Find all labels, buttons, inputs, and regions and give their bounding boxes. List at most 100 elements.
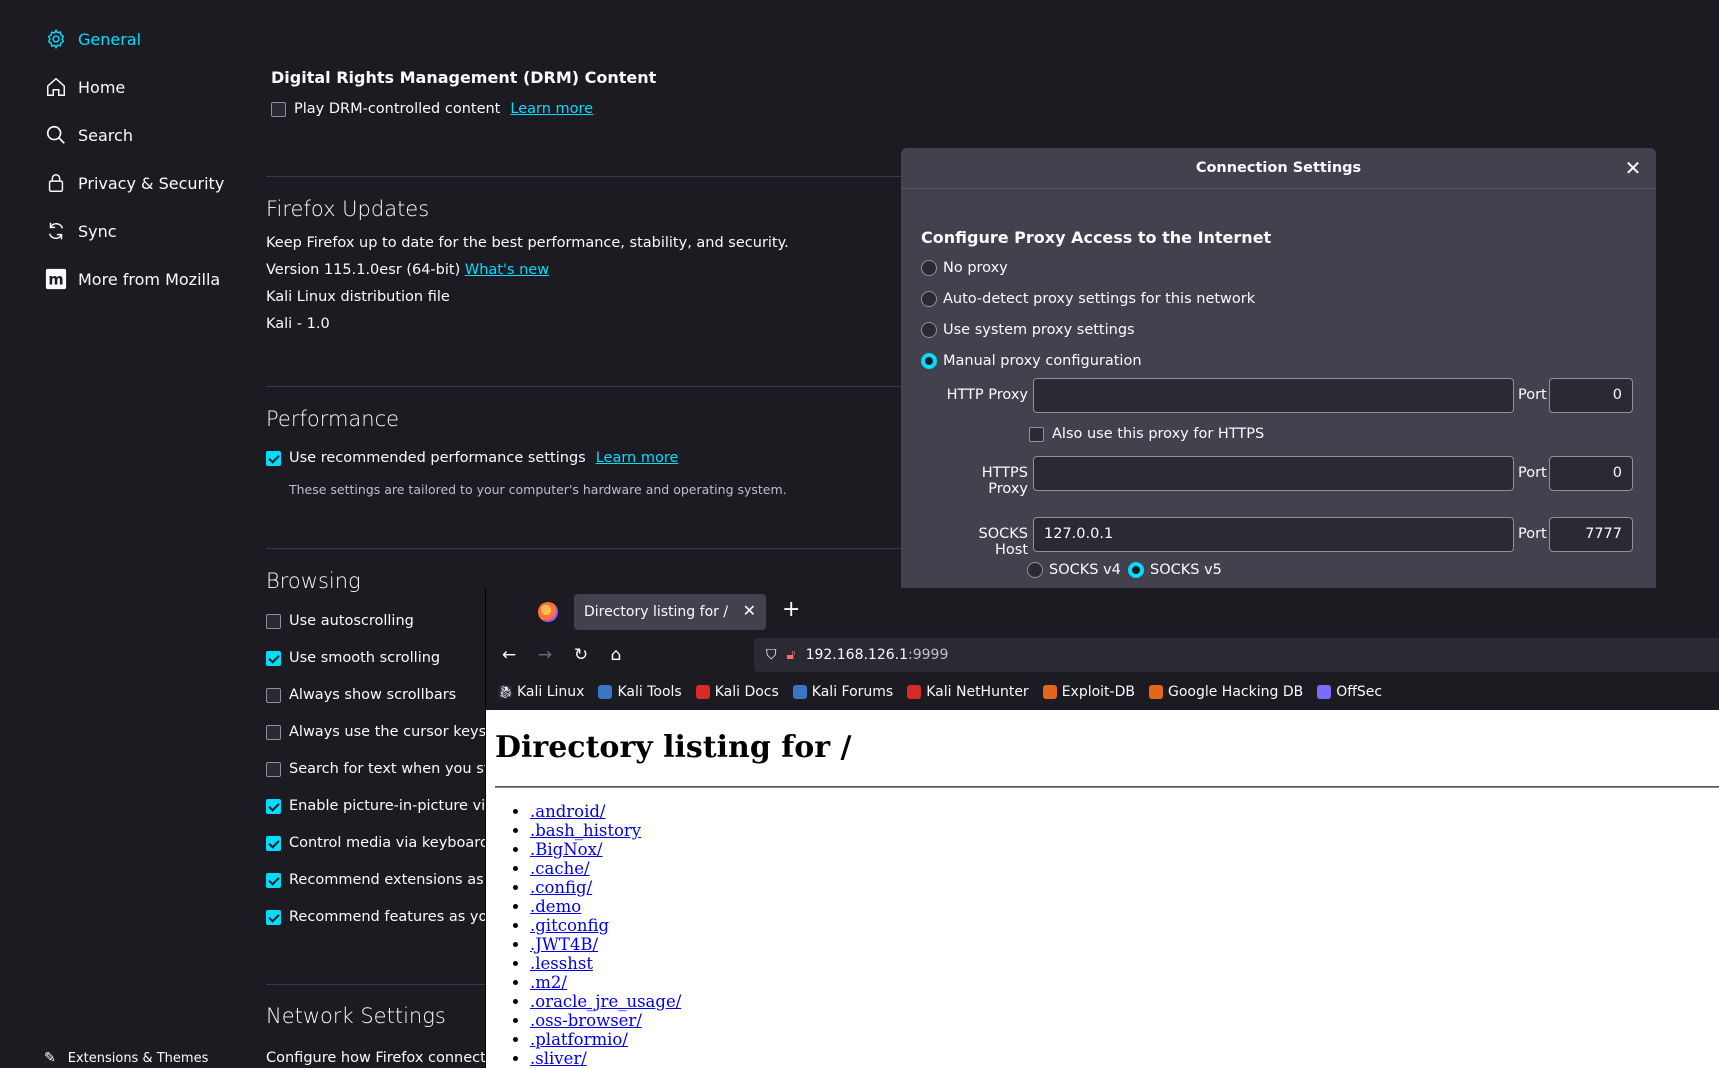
file-link[interactable]: .sliver/ [530,1049,587,1068]
list-item: .demo [530,897,681,916]
performance-checkbox[interactable] [266,450,281,466]
browsing-option[interactable]: Recommend features as you b [266,909,510,925]
https-proxy-input[interactable] [1033,456,1514,491]
browsing-option[interactable]: Always show scrollbars [266,687,456,703]
sidebar-item-home[interactable]: Home [44,72,125,102]
file-link[interactable]: .cache/ [530,859,590,878]
port-label: Port [1518,387,1547,403]
file-link[interactable]: .oracle_jre_usage/ [530,992,681,1011]
list-item: .lesshst [530,954,681,973]
browsing-option[interactable]: Control media via keyboard, h [266,835,508,851]
sidebar-item-more-from-mozilla[interactable]: m More from Mozilla [44,264,220,294]
also-https-checkbox[interactable] [1029,426,1044,442]
checkbox[interactable] [266,613,281,629]
also-https-option[interactable]: Also use this proxy for HTTPS [1029,426,1264,442]
file-link[interactable]: .oss-browser/ [530,1011,642,1030]
browsing-option[interactable]: Use smooth scrolling [266,650,440,666]
close-icon[interactable]: ✕ [1622,157,1644,179]
file-link[interactable]: .android/ [530,802,606,821]
checkbox[interactable] [266,835,281,851]
socks-port-input[interactable]: 7777 [1549,517,1633,552]
file-link[interactable]: .JWT4B/ [530,935,598,954]
radio-no-proxy[interactable]: No proxy [921,260,1008,276]
url-bar[interactable]: ⛉ 🔓︎ 192.168.126.1:9999 [754,638,1719,672]
radio[interactable] [1027,562,1043,578]
bookmark-kali-tools[interactable]: Kali Tools [598,684,682,700]
search-icon [44,123,68,147]
mozilla-icon: m [44,267,68,291]
version-text: Version 115.1.0esr (64-bit) [266,262,461,278]
socks-host-input[interactable]: 127.0.0.1 [1033,517,1514,552]
checkbox[interactable] [266,724,281,740]
https-port-input[interactable]: 0 [1549,456,1633,491]
radio[interactable] [921,322,937,338]
bookmark-kali-nethunter[interactable]: Kali NetHunter [907,684,1029,700]
radio-system-proxy[interactable]: Use system proxy settings [921,322,1135,338]
bookmark-google-hacking-db[interactable]: Google Hacking DB [1148,684,1303,700]
radio[interactable] [921,291,937,307]
file-link[interactable]: .demo [530,897,581,916]
checkbox[interactable] [266,761,281,777]
http-port-input[interactable]: 0 [1549,378,1633,413]
checkbox[interactable] [266,798,281,814]
shield-icon[interactable]: ⛉ [766,647,777,663]
checkbox[interactable] [266,687,281,703]
bookmark-offsec[interactable]: OffSec [1317,684,1382,700]
radio[interactable] [921,260,937,276]
home-icon[interactable]: ⌂ [603,642,629,668]
browsing-option[interactable]: Search for text when you start [266,761,510,777]
checkbox[interactable] [266,872,281,888]
http-proxy-input[interactable] [1033,378,1514,413]
file-link[interactable]: .config/ [530,878,592,897]
lock-icon [44,171,68,195]
file-link[interactable]: .lesshst [530,954,593,973]
list-item: .cache/ [530,859,681,878]
close-tab-icon[interactable]: ✕ [743,601,756,620]
performance-learn-more-link[interactable]: Learn more [596,450,679,466]
bookmark-exploit-db[interactable]: Exploit-DB [1042,684,1135,700]
radio[interactable] [921,353,937,369]
drm-heading: Digital Rights Management (DRM) Content [271,68,657,87]
sidebar-item-privacy[interactable]: Privacy & Security [44,168,224,198]
browsing-option[interactable]: Recommend extensions as yo [266,872,506,888]
new-tab-button[interactable]: + [782,598,800,622]
browsing-option[interactable]: Enable picture-in-picture vide [266,798,503,814]
bookmark-kali-linux[interactable]: 🐉︎ Kali Linux [498,684,584,700]
bookmark-kali-docs[interactable]: Kali Docs [695,684,779,700]
browsing-option[interactable]: Use autoscrolling [266,613,414,629]
extensions-themes-link[interactable]: ✎ Extensions & Themes [44,1050,208,1066]
file-link[interactable]: .gitconfig [530,916,609,935]
reload-icon[interactable]: ↻ [568,642,594,668]
back-icon[interactable]: ← [496,642,522,668]
sidebar-item-label: Privacy & Security [78,173,225,193]
radio-socks-v4[interactable]: SOCKS v4 [1027,562,1121,578]
radio-manual-proxy[interactable]: Manual proxy configuration [921,353,1142,369]
file-link[interactable]: .bash_history [530,821,641,840]
radio-socks-v5[interactable]: SOCKS v5 [1128,562,1222,578]
sidebar-item-sync[interactable]: Sync [44,216,117,246]
tab-directory-listing[interactable]: Directory listing for / ✕ [574,594,766,630]
file-link[interactable]: .platformio/ [530,1030,628,1049]
page-content: Directory listing for / .android/.bash_h… [486,710,1719,1068]
checkbox[interactable] [266,909,281,925]
list-item: .BigNox/ [530,840,681,859]
insecure-lock-icon[interactable]: 🔓︎ [787,647,796,663]
checkbox[interactable] [266,650,281,666]
performance-option[interactable]: Use recommended performance settings Lea… [266,450,678,466]
whats-new-link[interactable]: What's new [465,262,549,278]
performance-heading: Performance [266,407,400,431]
browsing-option[interactable]: Always use the cursor keys to [266,724,505,740]
forward-icon[interactable]: → [532,642,558,668]
file-link[interactable]: .m2/ [530,973,567,992]
radio[interactable] [1128,562,1144,578]
radio-auto-detect[interactable]: Auto-detect proxy settings for this netw… [921,291,1255,307]
gear-icon [44,27,68,51]
list-item: .android/ [530,802,681,821]
drm-option[interactable]: Play DRM-controlled content Learn more [271,101,593,117]
sidebar-item-search[interactable]: Search [44,120,133,150]
file-link[interactable]: .BigNox/ [530,840,602,859]
sidebar-item-general[interactable]: General [44,24,141,54]
bookmark-kali-forums[interactable]: Kali Forums [792,684,893,700]
drm-checkbox[interactable] [271,101,286,117]
drm-learn-more-link[interactable]: Learn more [510,101,593,117]
